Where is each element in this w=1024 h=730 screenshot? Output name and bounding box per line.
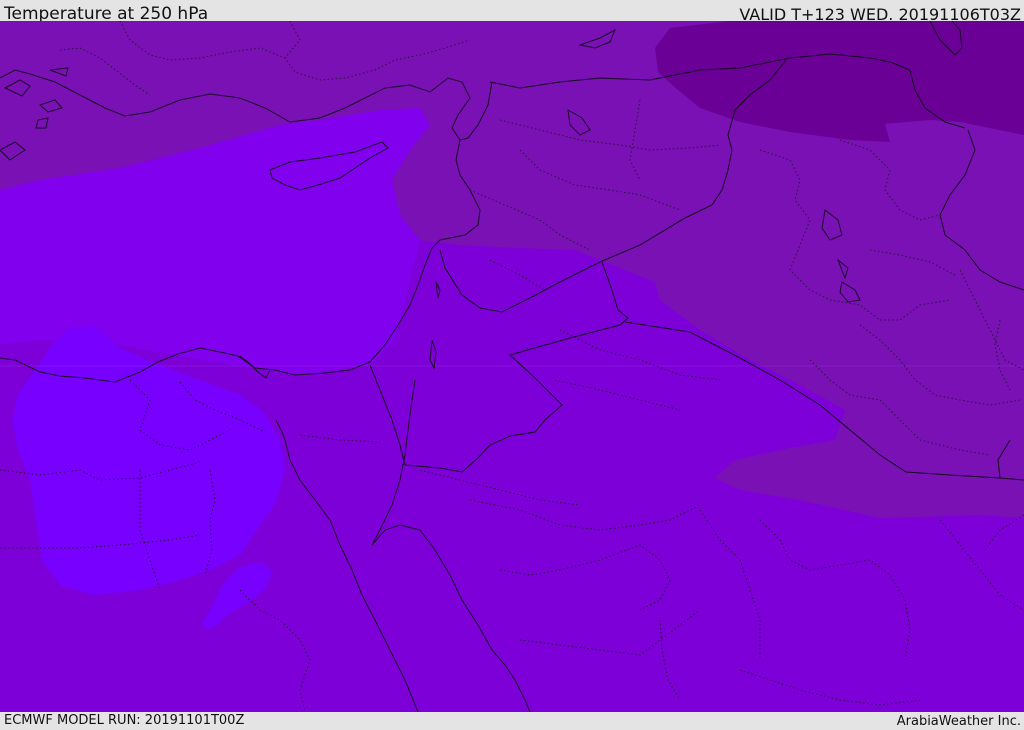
map-canvas <box>0 21 1024 712</box>
credit-label: ArabiaWeather Inc. <box>896 714 1021 729</box>
model-run-label: ECMWF MODEL RUN: 20191101T00Z <box>4 713 245 728</box>
map-header: Temperature at 250 hPa VALID T+123 WED. … <box>0 0 1024 24</box>
temperature-map[interactable] <box>0 21 1024 712</box>
map-footer: ECMWF MODEL RUN: 20191101T00Z ArabiaWeat… <box>0 712 1024 729</box>
